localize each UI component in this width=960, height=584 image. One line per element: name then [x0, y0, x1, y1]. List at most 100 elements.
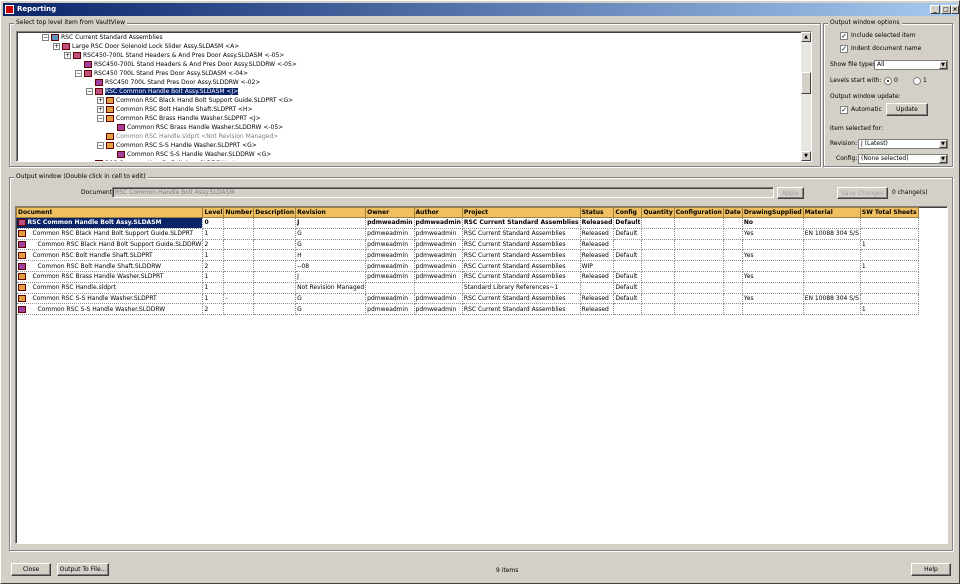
column-header[interactable]: DrawingSupplied — [741, 207, 804, 218]
table-cell[interactable] — [580, 282, 615, 294]
table-cell[interactable]: RSC Current Standard Assemblies — [462, 303, 581, 316]
table-cell[interactable] — [674, 303, 724, 316]
table-cell[interactable] — [674, 260, 724, 272]
table-cell[interactable] — [723, 282, 743, 294]
table-cell[interactable]: G — [295, 303, 367, 316]
scroll-down-arrow-icon[interactable]: ▼ — [801, 151, 811, 161]
output-to-file-button[interactable]: Output To File... — [57, 563, 109, 576]
table-cell[interactable] — [674, 239, 724, 251]
table-cell[interactable]: pdmweadmin — [365, 239, 415, 251]
tree-scrollbar[interactable]: ▲ ▼ — [801, 32, 811, 161]
tree-node[interactable]: − Common RSC S-S Handle Washer.SLDPRT <G> — [97, 141, 257, 150]
table-cell[interactable] — [742, 260, 804, 272]
table-cell[interactable] — [803, 239, 861, 251]
table-cell[interactable] — [860, 293, 919, 305]
table-cell[interactable] — [742, 282, 804, 294]
table-cell[interactable]: Released — [580, 239, 615, 251]
table-cell[interactable] — [414, 282, 463, 294]
table-cell[interactable]: Default — [613, 217, 643, 229]
table-cell[interactable] — [641, 282, 675, 294]
table-cell[interactable]: --08 — [295, 260, 367, 272]
table-row[interactable]: Common RSC Black Hand Bolt Support Guide… — [16, 228, 919, 240]
table-cell[interactable]: 1 — [202, 282, 225, 294]
table-cell[interactable] — [253, 239, 297, 251]
document-cell[interactable]: Common RSC Brass Handle Washer.SLDPRT — [16, 271, 204, 283]
table-cell[interactable]: pdmweadmin — [414, 293, 463, 305]
column-header[interactable]: Configuration — [673, 207, 724, 218]
table-cell[interactable]: 1 — [202, 271, 225, 283]
collapse-icon[interactable]: − — [75, 70, 82, 77]
expand-icon[interactable]: + — [97, 97, 104, 104]
table-cell[interactable] — [803, 282, 861, 294]
column-header[interactable]: Description — [253, 207, 297, 218]
config-select[interactable]: (None selected) ▼ — [858, 154, 948, 164]
table-cell[interactable] — [641, 217, 675, 229]
table-cell[interactable] — [253, 303, 297, 316]
table-cell[interactable] — [860, 228, 919, 240]
levels-0-radio[interactable]: 0 — [884, 76, 898, 85]
tree-node[interactable]: − Common RSC Brass Handle Washer.SLDPRT <… — [97, 114, 261, 123]
table-cell[interactable]: G — [295, 293, 367, 305]
document-cell[interactable]: Common RSC Bolt Handle Shaft.SLDDRW — [16, 260, 204, 272]
output-grid[interactable]: Document Level Number Description Revision Ow… — [15, 206, 948, 544]
table-cell[interactable]: 0 — [202, 217, 225, 229]
table-cell[interactable] — [723, 217, 743, 229]
column-header[interactable]: Level — [202, 207, 225, 218]
table-cell[interactable]: 2 — [202, 260, 225, 272]
document-cell[interactable]: Common RSC S-S Handle Washer.SLDDRW — [16, 303, 204, 316]
table-cell[interactable]: pdmweadmin — [414, 228, 463, 240]
tree-node[interactable]: + Large RSC Door Solenoid Lock Slider Ass… — [53, 42, 239, 51]
table-cell[interactable]: 1 — [860, 260, 919, 272]
table-cell[interactable] — [223, 303, 255, 316]
table-cell[interactable] — [253, 260, 297, 272]
table-cell[interactable]: pdmweadmin — [414, 303, 463, 316]
table-cell[interactable]: Yes — [742, 293, 804, 305]
table-cell[interactable] — [723, 249, 743, 262]
tree-node[interactable]: − RSC Current Standard Assemblies — [42, 33, 163, 42]
collapse-icon[interactable]: − — [97, 115, 104, 122]
table-row[interactable]: Common RSC Handle.sldprt 1 Not Revision Ma… — [16, 282, 919, 294]
table-cell[interactable]: Default — [613, 282, 643, 294]
table-cell[interactable] — [860, 282, 919, 294]
table-cell[interactable]: pdmweadmin — [414, 249, 463, 262]
table-cell[interactable] — [803, 249, 861, 262]
tree-node[interactable]: Common RSC Handle.sldprt <Not Revision M… — [97, 132, 278, 141]
tree-node[interactable]: RSC450 700L Stand Pres Door Assy.SLDDRW … — [86, 78, 260, 87]
table-cell[interactable]: 1 — [860, 303, 919, 316]
tree-node[interactable]: Common RSC S-S Handle Washer.SLDDRW <G> — [108, 150, 271, 159]
expand-icon[interactable]: + — [97, 106, 104, 113]
table-cell[interactable]: Yes — [742, 228, 804, 240]
table-cell[interactable] — [803, 271, 861, 283]
table-cell[interactable] — [723, 293, 743, 305]
table-cell[interactable]: Released — [580, 249, 615, 262]
column-header[interactable]: Material — [802, 207, 861, 218]
table-cell[interactable]: RSC Current Standard Assemblies — [462, 293, 581, 305]
table-cell[interactable] — [253, 217, 297, 229]
table-cell[interactable]: RSC Current Standard Assemblies — [462, 249, 581, 262]
scroll-up-arrow-icon[interactable]: ▲ — [801, 32, 811, 42]
column-header[interactable]: Quantity — [641, 207, 675, 218]
table-cell[interactable]: 1 — [202, 228, 225, 240]
table-cell[interactable]: WIP — [580, 260, 615, 272]
table-cell[interactable]: EN 10088 304 S/S — [803, 228, 861, 240]
table-cell[interactable] — [674, 249, 724, 262]
column-header[interactable]: Config — [613, 207, 643, 218]
table-cell[interactable] — [365, 282, 415, 294]
column-header[interactable]: SW Total Sheets — [859, 207, 919, 218]
table-cell[interactable] — [803, 260, 861, 272]
table-cell[interactable] — [723, 239, 743, 251]
indent-names-checkbox[interactable]: ✓ Indent document name — [840, 44, 921, 53]
table-cell[interactable] — [860, 217, 919, 229]
document-cell[interactable]: Common RSC Black Hand Bolt Support Guide… — [16, 228, 204, 240]
table-cell[interactable]: pdmweadmin — [414, 217, 463, 229]
column-header[interactable]: Status — [579, 207, 615, 218]
table-cell[interactable] — [253, 228, 297, 240]
table-cell[interactable] — [223, 249, 255, 262]
document-cell[interactable]: RSC Common Handle Bolt Assy.SLDASM — [16, 217, 204, 229]
tree-node[interactable]: + Common RSC Bolt Handle Shaft.SLDPRT <H> — [97, 105, 253, 114]
table-cell[interactable]: No — [742, 217, 804, 229]
table-cell[interactable] — [253, 249, 297, 262]
apply-button[interactable]: Apply — [777, 187, 804, 199]
tree-node[interactable]: − RSC Common Handle Bolt Assy.SLDASM <J> — [86, 87, 239, 96]
table-cell[interactable]: Released — [580, 293, 615, 305]
